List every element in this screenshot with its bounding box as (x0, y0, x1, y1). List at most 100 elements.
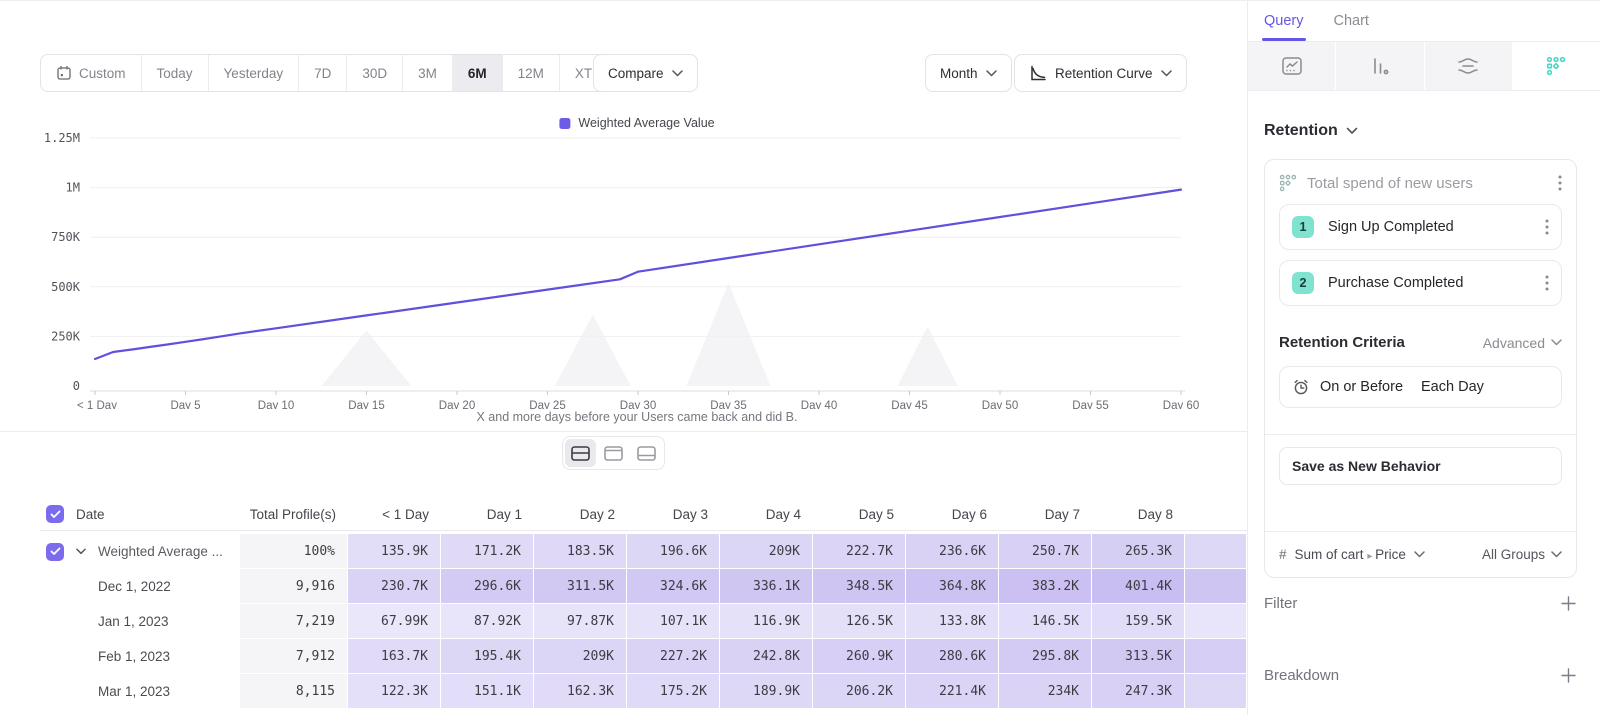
retention-value-cell[interactable]: 146.5K (999, 604, 1092, 639)
table-row-label[interactable]: Dec 1, 2022 (40, 569, 240, 604)
save-as-new-behavior-button[interactable]: Save as New Behavior (1279, 447, 1562, 485)
add-breakdown-button[interactable] (1561, 668, 1576, 683)
retention-value-cell[interactable]: 163.7K (348, 639, 441, 674)
chart-type-button[interactable]: Retention Curve (1014, 54, 1187, 92)
chart-type-tab-insights[interactable] (1248, 42, 1336, 90)
retention-value-cell-partial[interactable] (1185, 639, 1247, 674)
table-row-label[interactable]: Jan 1, 2023 (40, 604, 240, 639)
event-row-2[interactable]: 2 Purchase Completed (1279, 260, 1562, 306)
retention-value-cell[interactable]: 159.5K (1092, 604, 1185, 639)
retention-value-cell[interactable]: 67.99K (348, 604, 441, 639)
sidebar-tab-chart[interactable]: Chart (1334, 1, 1369, 41)
table-row-label[interactable]: Mar 1, 2023 (40, 674, 240, 709)
layout-toggle-split[interactable] (565, 439, 596, 467)
groups-dropdown[interactable]: All Groups (1482, 547, 1562, 562)
retention-value-cell[interactable]: 222.7K (813, 534, 906, 569)
range-option-3m[interactable]: 3M (403, 55, 453, 91)
layout-bottom-icon (637, 446, 656, 461)
kebab-menu-icon[interactable] (1545, 275, 1549, 291)
measure-dropdown[interactable]: Sum of cart ▸ Price (1295, 547, 1406, 562)
weighted-average-line[interactable] (95, 190, 1181, 359)
retention-value-cell[interactable]: 250.7K (999, 534, 1092, 569)
criteria-mode-dropdown[interactable]: Advanced (1483, 335, 1562, 351)
select-all-checkbox[interactable] (46, 505, 64, 523)
retention-value-cell-partial[interactable] (1185, 534, 1247, 569)
range-label: Today (157, 66, 193, 81)
retention-value-cell[interactable]: 364.8K (906, 569, 999, 604)
granularity-button[interactable]: Month (925, 54, 1012, 92)
retention-value-cell[interactable]: 280.6K (906, 639, 999, 674)
event-row-1[interactable]: 1 Sign Up Completed (1279, 204, 1562, 250)
retention-value-cell-partial[interactable] (1185, 569, 1247, 604)
retention-value-cell[interactable]: 348.5K (813, 569, 906, 604)
layout-toggle-top[interactable] (598, 439, 629, 467)
add-filter-button[interactable] (1561, 596, 1576, 611)
retention-value-cell[interactable]: 175.2K (627, 674, 720, 709)
retention-value-cell[interactable]: 133.8K (906, 604, 999, 639)
kebab-menu-icon[interactable] (1545, 219, 1549, 235)
kebab-menu-icon[interactable] (1558, 175, 1562, 191)
retention-value-cell[interactable]: 227.2K (627, 639, 720, 674)
retention-value-cell[interactable]: 206.2K (813, 674, 906, 709)
retention-section-header[interactable]: Retention (1264, 122, 1358, 140)
retention-value-cell[interactable]: 126.5K (813, 604, 906, 639)
chart-type-tab-funnels[interactable] (1336, 42, 1424, 90)
range-option-today[interactable]: Today (142, 55, 209, 91)
retention-value-cell[interactable]: 383.2K (999, 569, 1092, 604)
retention-value-cell[interactable]: 135.9K (348, 534, 441, 569)
retention-value-cell[interactable]: 122.3K (348, 674, 441, 709)
retention-value-cell[interactable]: 209K (720, 534, 813, 569)
retention-value-cell[interactable]: 87.92K (441, 604, 534, 639)
retention-value-cell[interactable]: 265.3K (1092, 534, 1185, 569)
retention-value-cell-partial[interactable] (1185, 604, 1247, 639)
retention-value-cell[interactable]: 162.3K (534, 674, 627, 709)
retention-value-cell[interactable]: 209K (534, 639, 627, 674)
retention-value-cell[interactable]: 247.3K (1092, 674, 1185, 709)
range-option-yesterday[interactable]: Yesterday (209, 55, 300, 91)
retention-value-cell[interactable]: 296.6K (441, 569, 534, 604)
retention-value-cell[interactable]: 195.4K (441, 639, 534, 674)
retention-value-cell-partial[interactable] (1185, 674, 1247, 709)
retention-value-cell[interactable]: 196.6K (627, 534, 720, 569)
retention-value-cell[interactable]: 236.6K (906, 534, 999, 569)
chart-type-tab-retention[interactable] (1513, 42, 1600, 90)
range-option-6m[interactable]: 6M (453, 55, 503, 91)
retention-value-cell[interactable]: 151.1K (441, 674, 534, 709)
compare-button[interactable]: Compare (593, 54, 698, 92)
check-icon (50, 547, 61, 556)
retention-value-cell[interactable]: 116.9K (720, 604, 813, 639)
retention-value-cell[interactable]: 295.8K (999, 639, 1092, 674)
timing-criteria-row[interactable]: On or Before Each Day (1279, 366, 1562, 408)
header-label: < 1 Day (382, 507, 429, 522)
range-option-30d[interactable]: 30D (347, 55, 403, 91)
chevron-down-icon[interactable] (1414, 551, 1425, 558)
row-checkbox[interactable] (46, 543, 64, 561)
chart-type-tab-flows[interactable] (1425, 42, 1513, 90)
retention-value-cell[interactable]: 107.1K (627, 604, 720, 639)
range-option-7d[interactable]: 7D (299, 55, 347, 91)
retention-value-cell[interactable]: 336.1K (720, 569, 813, 604)
chevron-down-icon[interactable] (76, 548, 86, 555)
retention-value-cell[interactable]: 313.5K (1092, 639, 1185, 674)
table-row-label[interactable]: Feb 1, 2023 (40, 639, 240, 674)
retention-value-cell[interactable]: 311.5K (534, 569, 627, 604)
retention-value-cell[interactable]: 189.9K (720, 674, 813, 709)
numeric-property-icon: # (1279, 547, 1287, 562)
range-option-12m[interactable]: 12M (503, 55, 560, 91)
retention-value-cell[interactable]: 234K (999, 674, 1092, 709)
retention-value-cell[interactable]: 401.4K (1092, 569, 1185, 604)
range-option-custom[interactable]: Custom (41, 55, 142, 91)
layout-toggle-bottom[interactable] (631, 439, 662, 467)
retention-value-cell[interactable]: 171.2K (441, 534, 534, 569)
y-axis-tick-label: 750K (51, 230, 81, 244)
retention-value-cell[interactable]: 324.6K (627, 569, 720, 604)
sidebar-tab-query[interactable]: Query (1264, 1, 1304, 41)
retention-value-cell[interactable]: 242.8K (720, 639, 813, 674)
chart-legend[interactable]: Weighted Average Value (559, 116, 714, 130)
retention-value-cell[interactable]: 221.4K (906, 674, 999, 709)
retention-value-cell[interactable]: 230.7K (348, 569, 441, 604)
retention-value-cell[interactable]: 97.87K (534, 604, 627, 639)
retention-value-cell[interactable]: 183.5K (534, 534, 627, 569)
table-row-label[interactable]: Weighted Average ... (40, 534, 240, 569)
retention-value-cell[interactable]: 260.9K (813, 639, 906, 674)
